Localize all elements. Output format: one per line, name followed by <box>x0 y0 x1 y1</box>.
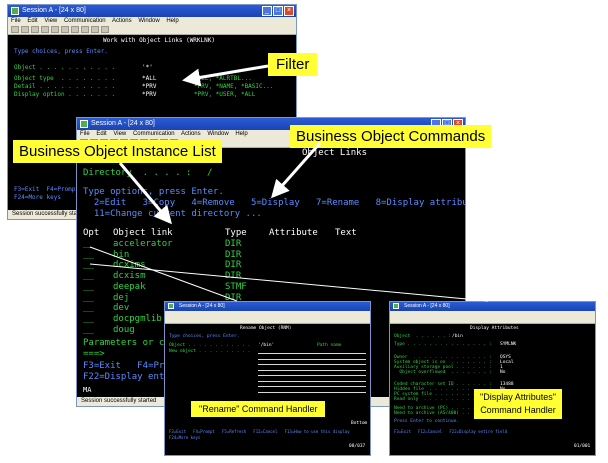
annotation-arrows <box>89 64 489 302</box>
rename-connector <box>89 246 238 302</box>
filter-arrow <box>182 64 269 87</box>
display-connector <box>89 263 489 302</box>
instance-list-arrow <box>118 162 172 225</box>
commands-arrow <box>271 142 322 199</box>
